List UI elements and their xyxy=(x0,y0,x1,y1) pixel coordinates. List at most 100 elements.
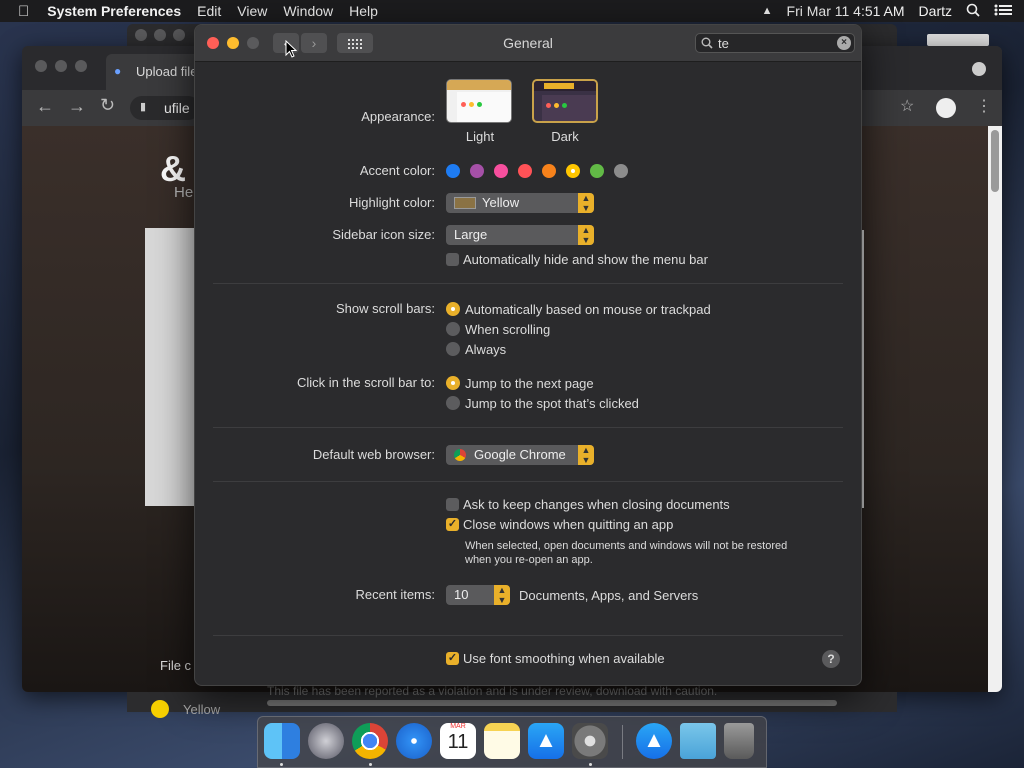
trash-icon[interactable] xyxy=(724,723,754,759)
recent-items-label: Recent items: xyxy=(355,587,435,602)
ask-keep-changes-label: Ask to keep changes when closing documen… xyxy=(463,497,730,512)
control-center-icon[interactable] xyxy=(987,3,1024,19)
scrollbars-auto-label: Automatically based on mouse or trackpad xyxy=(465,302,711,317)
close-windows-checkbox[interactable]: ✓ xyxy=(446,518,459,531)
scrollclick-spot-label: Jump to the spot that’s clicked xyxy=(465,396,639,411)
search-input[interactable]: te × xyxy=(695,33,855,53)
window-minimize-button[interactable] xyxy=(227,37,239,49)
help-button[interactable]: ? xyxy=(822,650,840,668)
chrome-icon[interactable] xyxy=(352,723,388,759)
accent-swatch[interactable] xyxy=(542,164,556,178)
scrollbar-thumb[interactable] xyxy=(991,130,999,192)
tab-search-icon[interactable] xyxy=(972,62,986,76)
popup-chevron-icon: ▲ ▼ xyxy=(578,225,594,245)
menu-edit[interactable]: Edit xyxy=(189,3,229,19)
launchpad-icon[interactable] xyxy=(308,723,344,759)
clear-search-icon[interactable]: × xyxy=(837,36,851,50)
browser-tab-title: Upload file xyxy=(136,64,198,79)
app-store-download-icon[interactable]: ▲ xyxy=(636,723,672,759)
appearance-light-option[interactable] xyxy=(446,79,512,123)
default-browser-value: Google Chrome xyxy=(474,447,566,462)
yellow-dot-icon xyxy=(151,700,169,718)
address-text: ufile xyxy=(164,100,190,116)
browser-tab[interactable]: ● Upload file xyxy=(106,54,206,90)
downloads-folder-icon[interactable] xyxy=(680,723,716,759)
apple-icon[interactable]:  xyxy=(0,3,37,20)
horizontal-scrollbar[interactable] xyxy=(267,700,837,706)
window-close-button[interactable] xyxy=(35,60,47,72)
window-zoom-button[interactable] xyxy=(75,60,87,72)
scrollbars-always-radio[interactable] xyxy=(446,342,460,356)
chrome-icon xyxy=(454,449,466,461)
close-windows-note-1: When selected, open documents and window… xyxy=(465,540,788,552)
appearance-light-label: Light xyxy=(465,129,495,144)
window-minimize-button[interactable] xyxy=(55,60,67,72)
profile-icon[interactable] xyxy=(936,98,956,118)
violation-warning-text: This file has been reported as a violati… xyxy=(267,684,718,698)
background-window-footer: Yellow This file has been reported as a … xyxy=(127,684,897,718)
scroll-bars-label: Show scroll bars: xyxy=(336,301,435,316)
show-all-grid-button[interactable] xyxy=(337,33,373,53)
forward-button[interactable]: › xyxy=(301,33,327,53)
more-menu-icon[interactable]: ⋮ xyxy=(976,96,992,116)
menu-help[interactable]: Help xyxy=(341,3,386,19)
default-browser-popup[interactable]: Google Chrome ▲ ▼ xyxy=(446,445,594,465)
accent-swatch[interactable] xyxy=(518,164,532,178)
page-scrollbar[interactable] xyxy=(988,126,1002,692)
address-bar[interactable]: ▮ ufile xyxy=(130,96,200,120)
menu-app-name[interactable]: System Preferences xyxy=(37,3,189,19)
appearance-dark-label: Dark xyxy=(551,129,579,144)
font-smoothing-checkbox[interactable]: ✓ xyxy=(446,652,459,665)
menu-user[interactable]: Dartz xyxy=(912,3,959,19)
app-store-icon[interactable]: ▲ xyxy=(528,723,564,759)
eject-icon[interactable]: ▲ xyxy=(755,5,780,17)
scrollbars-auto-radio[interactable] xyxy=(446,302,460,316)
spotlight-icon[interactable] xyxy=(959,3,987,20)
scrollbars-scrolling-radio[interactable] xyxy=(446,322,460,336)
calendar-day: 11 xyxy=(447,731,469,753)
scrollclick-next-page-radio[interactable] xyxy=(446,376,460,390)
menubar-hide-checkbox[interactable] xyxy=(446,253,459,266)
finder-icon[interactable] xyxy=(264,723,300,759)
sidebar-icon-size-popup[interactable]: Large ▲ ▼ xyxy=(446,225,594,245)
close-windows-note-2: when you re-open an app. xyxy=(465,554,593,566)
menu-clock[interactable]: Fri Mar 11 4:51 AM xyxy=(780,3,912,19)
scrollclick-spot-radio[interactable] xyxy=(446,396,460,410)
dock-divider xyxy=(622,725,623,759)
ask-keep-changes-checkbox[interactable] xyxy=(446,498,459,511)
default-browser-label: Default web browser: xyxy=(312,447,435,462)
menubar-hide-label: Automatically hide and show the menu bar xyxy=(463,252,708,267)
scrollbars-always-label: Always xyxy=(465,342,507,357)
bookmark-star-icon[interactable]: ☆ xyxy=(900,96,914,116)
running-indicator xyxy=(369,763,372,766)
menu-window[interactable]: Window xyxy=(275,3,341,19)
accent-swatch[interactable] xyxy=(590,164,604,178)
accent-swatch[interactable] xyxy=(470,164,484,178)
accent-swatch[interactable] xyxy=(566,164,580,178)
sidebar-icon-size-label: Sidebar icon size: xyxy=(332,227,435,242)
reload-icon[interactable]: ↻ xyxy=(100,95,115,116)
system-preferences-icon[interactable] xyxy=(572,723,608,759)
accent-swatch[interactable] xyxy=(446,164,460,178)
window-zoom-button[interactable] xyxy=(247,37,259,49)
highlight-color-popup[interactable]: Yellow ▲ ▼ xyxy=(446,193,594,213)
site-favicon-icon: ● xyxy=(114,64,122,78)
notes-icon[interactable] xyxy=(484,723,520,759)
accent-swatch[interactable] xyxy=(494,164,508,178)
safari-icon[interactable] xyxy=(396,723,432,759)
site-logo-text: He xyxy=(174,184,194,201)
window-close-button[interactable] xyxy=(207,37,219,49)
back-arrow-icon[interactable]: ← xyxy=(36,96,54,117)
dark-thumb-window xyxy=(542,95,596,121)
close-windows-label: Close windows when quitting an app xyxy=(463,517,674,532)
recent-items-popup[interactable]: 10 ▲ ▼ xyxy=(446,585,510,605)
forward-arrow-icon[interactable]: → xyxy=(68,96,86,117)
system-preferences-window: ‹ › General te × Appearance: Light D xyxy=(194,24,862,686)
section-divider xyxy=(213,427,843,428)
calendar-icon[interactable]: MAR 11 xyxy=(440,723,476,759)
dark-thumb-dot xyxy=(562,103,567,108)
menu-view[interactable]: View xyxy=(229,3,275,19)
accent-swatch[interactable] xyxy=(614,164,628,178)
search-icon xyxy=(701,37,713,52)
appearance-dark-option[interactable] xyxy=(532,79,598,123)
